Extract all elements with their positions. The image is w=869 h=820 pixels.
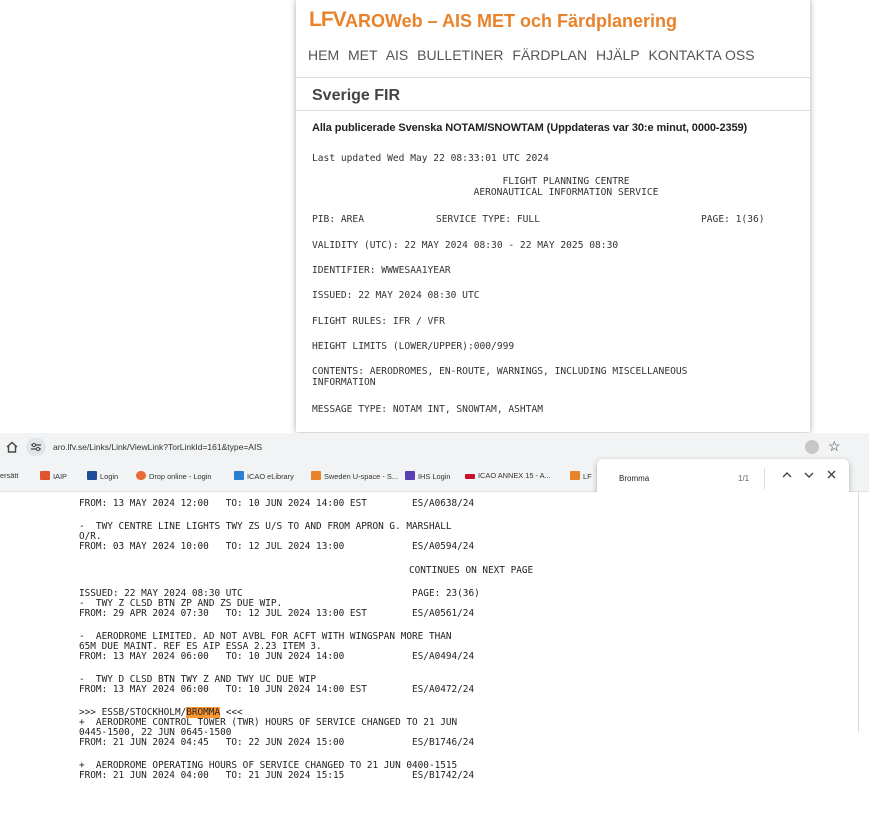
nav-item-hjalp[interactable]: HJÄLP [596, 47, 640, 63]
title-divider [296, 110, 810, 111]
content-right-edge [858, 492, 859, 732]
notam-line: FROM: 13 MAY 2024 06:00 TO: 10 JUN 2024 … [79, 651, 475, 662]
notam-line: FROM: 13 MAY 2024 06:00 TO: 10 JUN 2024 … [79, 684, 475, 695]
find-close-icon[interactable] [827, 470, 836, 482]
contents-line1: CONTENTS: AERODROMES, EN-ROUTE, WARNINGS… [312, 366, 688, 377]
validity: VALIDITY (UTC): 22 MAY 2024 08:30 - 22 M… [312, 240, 619, 251]
site-info-icon[interactable] [26, 438, 46, 456]
nav-divider [296, 77, 810, 78]
service-type: SERVICE TYPE: FULL [436, 214, 540, 225]
centre-line2: AERONAUTICAL INFORMATION SERVICE [473, 187, 659, 198]
page-title: Sverige FIR [312, 87, 401, 104]
lfv-logo[interactable]: LFV [309, 8, 347, 32]
notam-line: FROM: 21 JUN 2024 04:00 TO: 21 JUN 2024 … [79, 770, 475, 781]
aroweb-header: LFV AROWeb – AIS MET och Färdplanering [296, 0, 810, 40]
bookmark-ihs-login[interactable]: IHS Login [405, 471, 450, 481]
notam-heading: Alla publicerade Svenska NOTAM/SNOWTAM (… [312, 122, 748, 134]
bookmark-star-icon[interactable]: ☆ [828, 438, 841, 455]
nav-item-ais[interactable]: AIS [386, 47, 409, 63]
flight-rules: FLIGHT RULES: IFR / VFR [312, 316, 445, 327]
notam-line: FROM: 13 MAY 2024 12:00 TO: 10 JUN 2024 … [79, 498, 475, 509]
notam-line: FROM: 29 APR 2024 07:30 TO: 12 JUL 2024 … [79, 608, 475, 619]
nav-item-hem[interactable]: HEM [308, 47, 339, 63]
bookmark-icao-annex[interactable]: ICAO ANNEX 15 - A... [465, 471, 551, 480]
nav-item-met[interactable]: MET [348, 47, 378, 63]
aroweb-panel: LFV AROWeb – AIS MET och Färdplanering H… [296, 0, 810, 432]
bookmark-login[interactable]: Login [87, 471, 118, 481]
bookmark-lf[interactable]: LF [570, 471, 592, 481]
lfv-bookmark-icon [311, 471, 321, 480]
home-icon[interactable] [5, 440, 19, 454]
login-icon [87, 471, 97, 480]
notam-line: - TWY CENTRE LINE LIGHTS TWY ZS U/S TO A… [79, 521, 452, 532]
bookmark-iaip[interactable]: IAIP [40, 471, 67, 481]
nav-item-bulletiner[interactable]: BULLETINER [417, 47, 503, 63]
bookmark-ersatt[interactable]: ersätt [0, 471, 18, 480]
nav-item-fardplan[interactable]: FÄRDPLAN [512, 47, 587, 63]
iaip-icon [40, 471, 50, 480]
message-type: MESSAGE TYPE: NOTAM INT, SNOWTAM, ASHTAM [312, 404, 544, 415]
page-number: PAGE: 1(36) [701, 214, 765, 225]
bookmark-drop-online[interactable]: Drop online - Login [136, 471, 211, 481]
nav-item-kontakta-oss[interactable]: KONTAKTA OSS [648, 47, 754, 63]
notam-line: FROM: 21 JUN 2024 04:45 TO: 22 JUN 2024 … [79, 737, 475, 748]
address-bar-url[interactable]: aro.lfv.se/Links/Link/ViewLink?TorLinkId… [53, 442, 262, 452]
bookmark-icao-elibrary[interactable]: ICAO eLibrary [234, 471, 294, 481]
notam-text-body: FROM: 13 MAY 2024 12:00 TO: 10 JUN 2024 … [0, 492, 869, 820]
find-next-chevron-down-icon[interactable] [804, 470, 814, 482]
drop-online-icon [136, 471, 146, 480]
issued: ISSUED: 22 MAY 2024 08:30 UTC [312, 290, 480, 301]
find-match-count: 1/1 [738, 474, 750, 483]
notam-line: FROM: 03 MAY 2024 10:00 TO: 12 JUL 2024 … [79, 541, 475, 552]
contents-line2: INFORMATION [312, 377, 376, 388]
height-limits: HEIGHT LIMITS (LOWER/UPPER):000/999 [312, 341, 515, 352]
reader-mode-icon[interactable] [805, 440, 819, 454]
find-previous-chevron-up-icon[interactable] [782, 470, 792, 482]
lfv-bookmark-icon [570, 471, 580, 480]
icao-elibrary-icon [234, 471, 244, 480]
identifier: IDENTIFIER: WWWESAA1YEAR [312, 265, 451, 276]
find-input[interactable]: Bromma [619, 474, 649, 483]
find-divider [764, 468, 765, 489]
centre-line1: FLIGHT PLANNING CENTRE [502, 176, 630, 187]
ihs-icon [405, 471, 415, 480]
last-updated: Last updated Wed May 22 08:33:01 UTC 202… [312, 153, 549, 164]
continues-next-page: CONTINUES ON NEXT PAGE [409, 565, 534, 576]
bookmark-sweden-uspace[interactable]: Sweden U-space - S... [311, 471, 398, 481]
pib-area: PIB: AREA [312, 214, 364, 225]
main-nav: HEM MET AIS BULLETINER FÄRDPLAN HJÄLP KO… [308, 47, 760, 63]
icao-annex-icon [465, 474, 475, 479]
aroweb-title: AROWeb – AIS MET och Färdplanering [345, 11, 678, 31]
